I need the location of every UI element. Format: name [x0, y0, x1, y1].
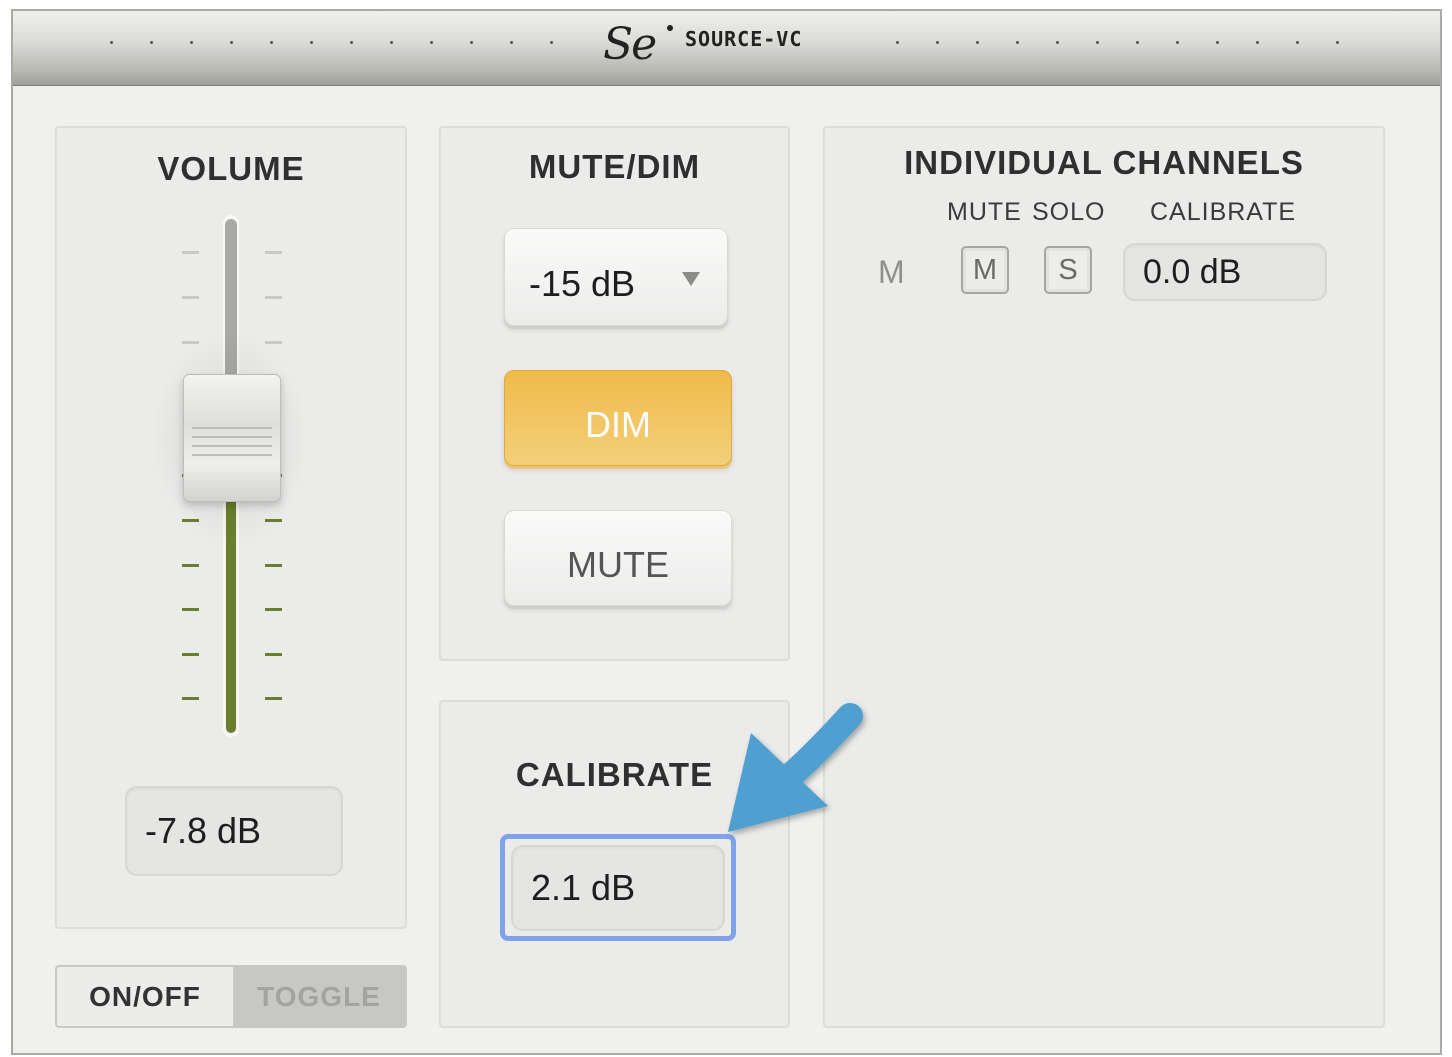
on-off-toggle[interactable]: ON/OFF TOGGLE: [55, 965, 407, 1028]
mute-dim-title: MUTE/DIM: [528, 148, 701, 185]
individual-channels-title: INDIVIDUAL CHANNELS: [904, 144, 1304, 181]
titlebar-dots-right: [13, 41, 1433, 51]
channel-calibrate-value: 0.0 dB: [1143, 253, 1242, 291]
dim-label: DIM: [585, 404, 651, 445]
volume-value-field[interactable]: -7.8 dB: [125, 786, 343, 876]
on-off-button[interactable]: ON/OFF: [57, 967, 233, 1026]
channel-label: M: [878, 254, 905, 290]
volume-title: VOLUME: [157, 150, 305, 187]
calibrate-title: CALIBRATE: [515, 756, 714, 793]
volume-value: -7.8 dB: [145, 810, 262, 851]
mute-button[interactable]: MUTE: [504, 510, 732, 606]
channel-solo-button[interactable]: S: [1044, 246, 1092, 294]
title-bar: Se SOURCE-VC: [13, 11, 1440, 86]
column-header-mute: MUTE: [947, 198, 1022, 226]
channel-mute-button[interactable]: M: [961, 246, 1009, 294]
dim-amount-value: -15 dB: [529, 263, 636, 304]
logo-dot: [667, 25, 673, 31]
calibrate-focus-ring: [500, 834, 736, 941]
column-header-calibrate: CALIBRATE: [1150, 198, 1297, 226]
dim-button[interactable]: DIM: [504, 370, 732, 466]
channel-calibrate-field[interactable]: 0.0 dB: [1123, 243, 1327, 301]
column-header-solo: SOLO: [1032, 198, 1106, 226]
mute-label: MUTE: [567, 544, 669, 585]
chevron-down-icon: [682, 272, 700, 286]
toggle-button[interactable]: TOGGLE: [233, 967, 405, 1026]
volume-fader-handle[interactable]: [183, 374, 281, 502]
